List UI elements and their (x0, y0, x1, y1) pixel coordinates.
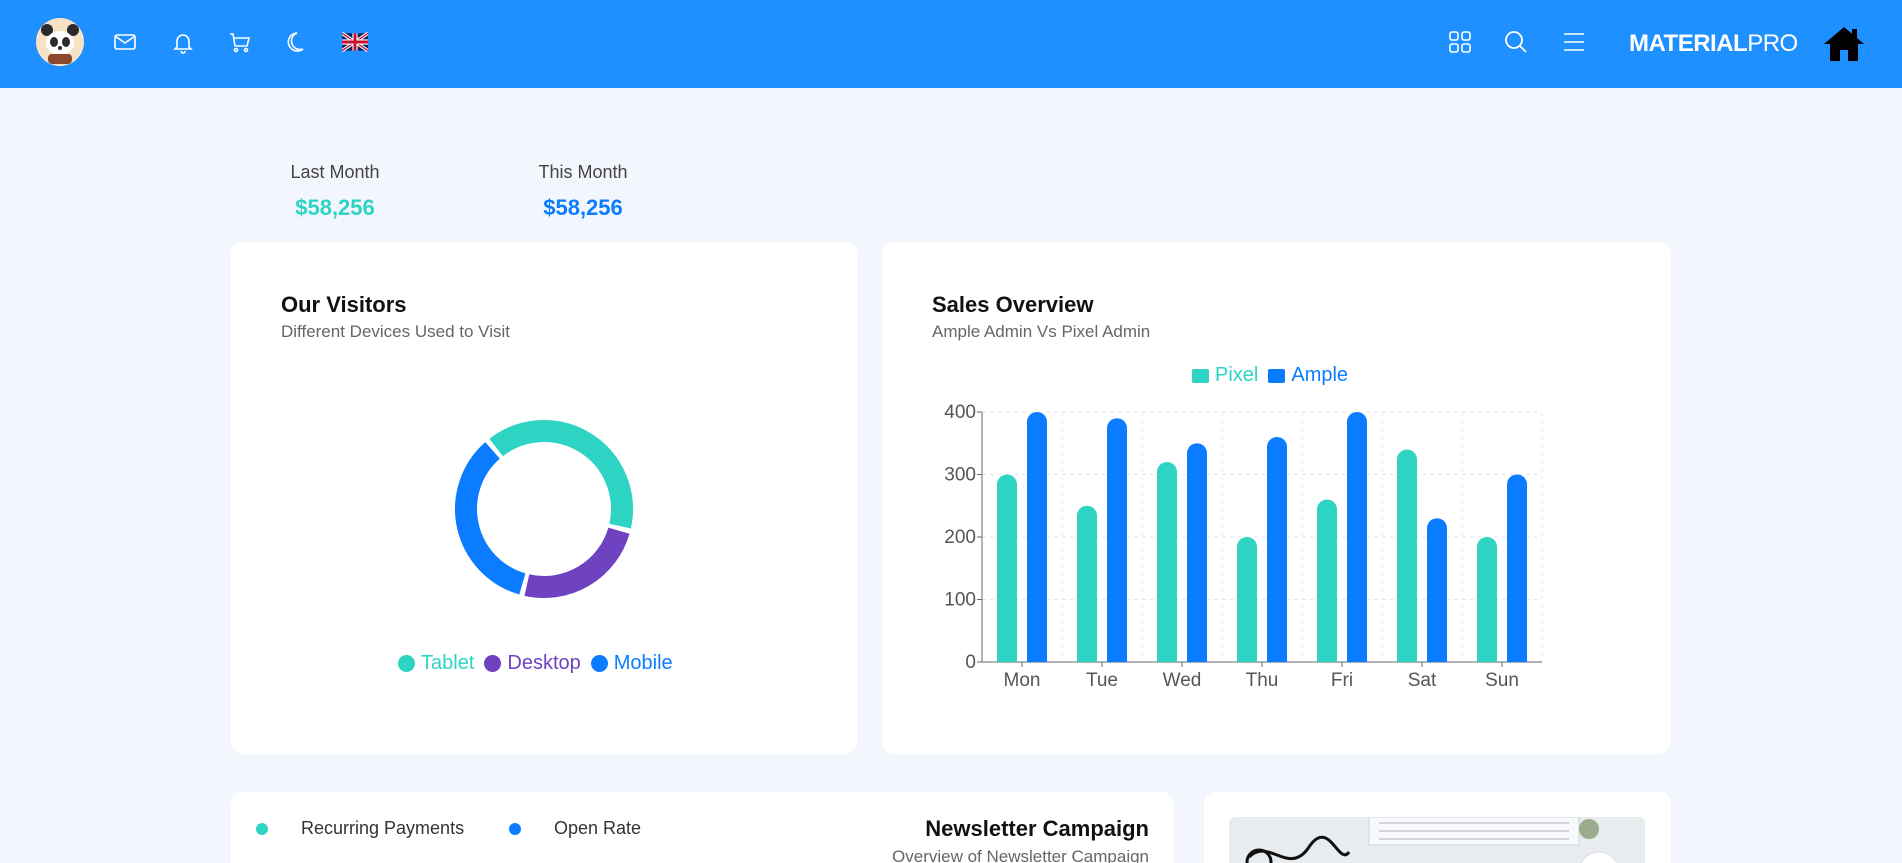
y-tick-label: 100 (944, 590, 976, 611)
donut-slice-mobile[interactable] (455, 442, 526, 595)
image-card (1204, 792, 1671, 863)
visitors-donut-chart (455, 420, 633, 598)
apps-grid-icon[interactable] (1440, 22, 1480, 62)
x-tick-label: Sat (1408, 670, 1437, 691)
y-tick-label: 300 (944, 465, 976, 486)
newsletter-title: Newsletter Campaign (925, 816, 1149, 841)
stat-this-month-value: $58,256 (543, 195, 623, 220)
top-navbar: MATERIALPRO (0, 0, 1902, 88)
bar-pixel-wed[interactable] (1157, 462, 1177, 662)
uk-flag-icon[interactable] (335, 22, 375, 62)
bar-pixel-tue[interactable] (1077, 505, 1097, 662)
stat-this-month-label: This Month (538, 162, 628, 182)
x-tick-label: Sun (1485, 670, 1519, 691)
bar-ample-sat[interactable] (1427, 518, 1447, 662)
bell-icon[interactable] (163, 22, 203, 62)
menu-icon[interactable] (1554, 22, 1594, 62)
donut-slice-desktop[interactable] (524, 527, 630, 598)
sales-bar-chart: 0 100 200 300 400 Mon Tue Wed Thu Fri Sat Sun (944, 402, 1543, 691)
legend-swatch-ample (1268, 368, 1286, 383)
bar-ample-fri[interactable] (1347, 412, 1367, 662)
legend-ample[interactable]: Ample (1268, 364, 1348, 387)
visitors-card: Our Visitors Different Devices Used to V… (231, 242, 857, 754)
sales-subtitle: Ample Admin Vs Pixel Admin (932, 322, 1151, 341)
x-tick-label: Mon (1004, 670, 1041, 691)
moon-icon[interactable] (278, 22, 318, 62)
legend-dot-tablet (398, 655, 415, 672)
legend-dot-desktop (484, 655, 502, 672)
panda-avatar-icon (36, 18, 84, 66)
brand-bold-text: MATERIAL (1629, 30, 1748, 57)
brand-logo[interactable]: MATERIALPRO (1629, 30, 1798, 58)
sales-legend: Pixel Ample (1192, 364, 1358, 387)
mail-icon[interactable] (105, 22, 145, 62)
x-tick-label: Wed (1163, 670, 1202, 691)
legend-dot-mobile (590, 655, 608, 672)
newsletter-card: Recurring Payments Open Rate Newsletter … (231, 792, 1174, 863)
bar-ample-mon[interactable] (1027, 412, 1047, 662)
user-avatar[interactable] (36, 18, 84, 66)
search-icon[interactable] (1496, 22, 1536, 62)
stat-last-month-label: Last Month (290, 162, 380, 182)
visitors-subtitle: Different Devices Used to Visit (281, 322, 510, 341)
y-tick-label: 400 (944, 402, 976, 423)
legend-desktop[interactable]: Desktop (484, 652, 581, 675)
home-icon[interactable] (1822, 24, 1866, 64)
legend-swatch-pixel (1192, 368, 1209, 383)
stat-last-month: Last Month $58,256 (235, 162, 435, 221)
legend-mobile[interactable]: Mobile (590, 652, 673, 675)
legend-label-tablet: Tablet (421, 652, 475, 674)
stat-this-month: This Month $58,256 (483, 162, 683, 221)
bar-pixel-fri[interactable] (1317, 499, 1337, 663)
legend-label-pixel: Pixel (1215, 364, 1259, 386)
bar-pixel-mon[interactable] (997, 474, 1017, 663)
sales-title: Sales Overview (932, 292, 1094, 317)
newsletter-subtitle: Overview of Newsletter Campaign (892, 847, 1149, 863)
cart-icon[interactable] (220, 22, 260, 62)
bar-ample-thu[interactable] (1267, 437, 1287, 662)
legend-label-open-rate: Open Rate (554, 818, 642, 838)
brand-light-text: PRO (1747, 30, 1798, 57)
visitors-title: Our Visitors (281, 292, 407, 317)
legend-pixel[interactable]: Pixel (1192, 364, 1258, 387)
bar-pixel-sun[interactable] (1477, 537, 1497, 662)
legend-label-desktop: Desktop (507, 652, 581, 674)
y-tick-label: 200 (944, 527, 976, 548)
desk-photo-image (1229, 817, 1645, 863)
x-tick-label: Thu (1246, 670, 1279, 691)
legend-label-mobile: Mobile (613, 652, 673, 674)
legend-dot-recurring-payments (256, 823, 268, 835)
bar-ample-tue[interactable] (1107, 418, 1127, 662)
legend-label-ample: Ample (1291, 364, 1349, 386)
legend-dot-open-rate (509, 823, 521, 835)
bar-pixel-sat[interactable] (1397, 449, 1417, 663)
bar-pixel-thu[interactable] (1237, 537, 1257, 662)
legend-tablet[interactable]: Tablet (398, 652, 474, 675)
legend-label-recurring-payments: Recurring Payments (301, 818, 465, 838)
donut-slice-tablet[interactable] (489, 420, 633, 529)
x-tick-label: Fri (1331, 670, 1353, 691)
y-tick-label: 0 (965, 652, 976, 673)
bar-ample-sun[interactable] (1507, 474, 1527, 663)
bar-ample-wed[interactable] (1187, 443, 1207, 662)
stat-last-month-value: $58,256 (295, 195, 375, 220)
visitors-legend: Tablet Desktop Mobile (398, 652, 683, 675)
x-tick-label: Tue (1086, 670, 1118, 691)
sales-card: Sales Overview Ample Admin Vs Pixel Admi… (882, 242, 1671, 754)
